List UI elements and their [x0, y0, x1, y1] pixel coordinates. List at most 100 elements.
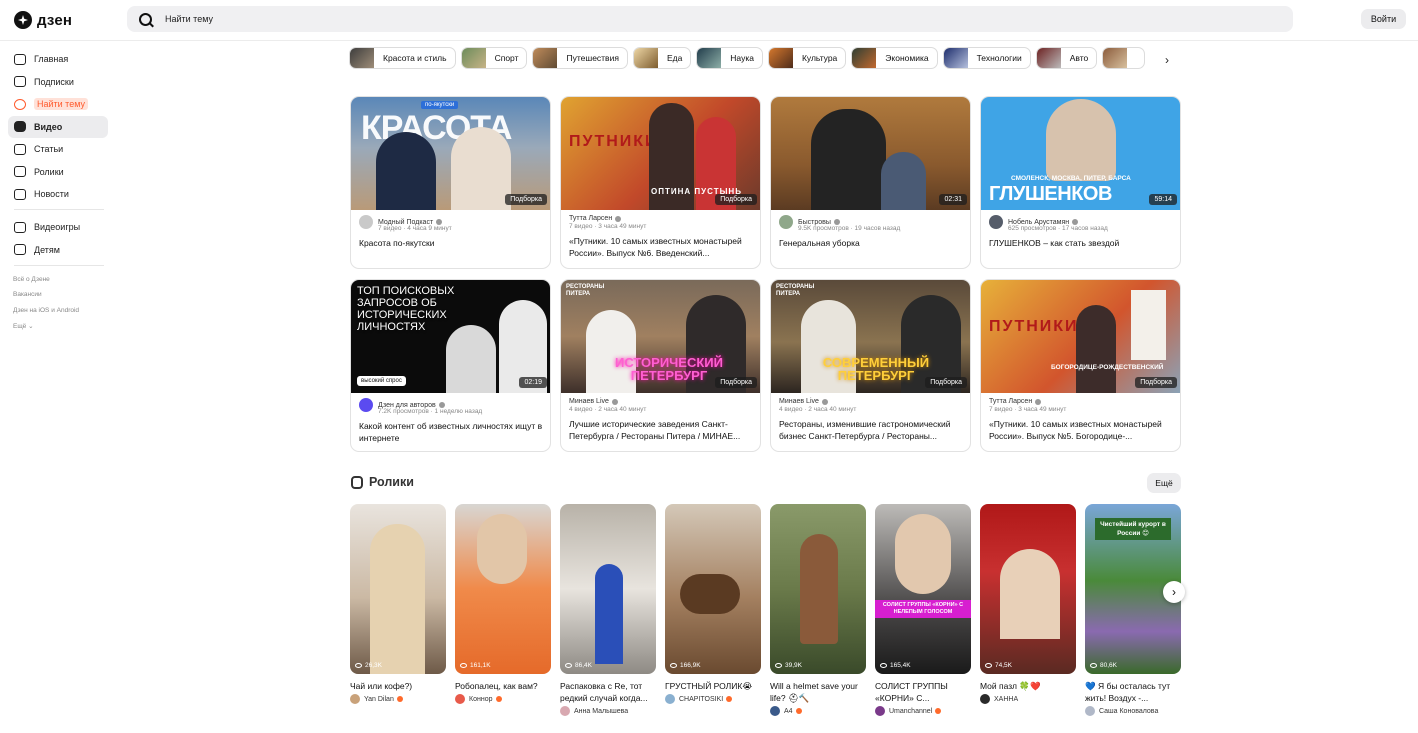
channel-author[interactable]: Минаев Live — [569, 398, 759, 405]
channel-author[interactable]: Тутта Ларсен — [569, 215, 759, 222]
category-chip-food[interactable]: Еда — [632, 47, 692, 69]
avatar — [779, 215, 793, 229]
video-title[interactable]: Красота по-якутски — [359, 237, 549, 249]
chevron-right-icon[interactable]: › — [1165, 53, 1169, 67]
sidebar-item-articles[interactable]: Статьи — [8, 138, 108, 160]
dzen-logo[interactable]: дзен — [14, 10, 72, 30]
short-author[interactable]: ХАННА — [980, 694, 1076, 704]
sidebar-item-news[interactable]: Новости — [8, 183, 108, 205]
subscriptions-icon — [14, 76, 26, 87]
video-card[interactable]: ПУТНИКИ ОПТИНА ПУСТЫНЬ Подборка Тутта Ла… — [560, 96, 761, 269]
thumbnail-overlay-text: ПУТНИКИ — [569, 133, 659, 150]
person-figure — [477, 514, 527, 584]
short-thumbnail: 26,3K — [350, 504, 446, 674]
sidebar-item-home[interactable]: Главная — [8, 48, 108, 70]
view-count: 74,5K — [985, 662, 1012, 669]
video-title[interactable]: Рестораны, изменившие гастрономический б… — [779, 418, 969, 442]
footer-link-about[interactable]: Всё о Дзене — [8, 272, 108, 288]
short-thumbnail: 86,4K — [560, 504, 656, 674]
video-meta: Тутта Ларсен 7 видео · 3 часа 49 минут «… — [569, 215, 759, 259]
footer-link-more[interactable]: Ещё ⌄ — [8, 318, 108, 334]
avatar — [875, 706, 885, 716]
category-chip-culture[interactable]: Культура — [767, 47, 847, 69]
short-card[interactable]: 166,9K ГРУСТНЫЙ РОЛИК😭 CHAPITOSIKI — [665, 504, 761, 704]
short-card[interactable]: СОЛИСТ ГРУППЫ «КОРНИ» С НЕЛЕПЫМ ГОЛОСОМ … — [875, 504, 971, 716]
short-title[interactable]: Чай или кофе?) — [350, 680, 446, 692]
thumbnail-overlay-text: ПУТНИКИ — [989, 318, 1079, 335]
shorts-next-button[interactable]: › — [1163, 581, 1185, 603]
video-title[interactable]: «Путники. 10 самых известных монастырей … — [989, 418, 1179, 442]
category-chip-sport[interactable]: Спорт — [460, 47, 528, 69]
video-title[interactable]: ГЛУШЕНКОВ – как стать звездой — [989, 237, 1179, 249]
short-card[interactable]: 39,9K Will a helmet save your life? ⛑🔨 A… — [770, 504, 866, 716]
category-chip-science[interactable]: Наука — [696, 47, 763, 69]
video-card[interactable]: СМОЛЕНСК, МОСКВА, ПИТЕР, БАРСА ГЛУШЕНКОВ… — [980, 96, 1181, 269]
short-author[interactable]: Саша Коновалова — [1085, 706, 1181, 716]
sidebar-item-find-topic[interactable]: Найти тему — [8, 93, 108, 115]
short-title[interactable]: 💙 Я бы осталась тут жить! Воздух -... — [1085, 680, 1181, 704]
short-card[interactable]: 161,1K Робопалец, как вам? Коннор — [455, 504, 551, 704]
category-chip-tech[interactable]: Технологии — [942, 47, 1031, 69]
video-card[interactable]: ПУТНИКИ БОГОРОДИЦЕ-РОЖДЕСТВЕНСКИЙ Подбор… — [980, 279, 1181, 452]
video-title[interactable]: Какой контент об известных личностях ищу… — [359, 420, 549, 444]
short-card[interactable]: 74,5K Мой пазл 🍀❤️ ХАННА — [980, 504, 1076, 704]
eye-icon — [460, 663, 467, 668]
short-author[interactable]: CHAPITOSIKI — [665, 694, 761, 704]
thumbnail-overlay-text: ТОП ПОИСКОВЫХ ЗАПРОСОВ ОБ ИСТОРИЧЕСКИХ Л… — [357, 285, 455, 334]
category-chip-auto[interactable]: Авто — [1035, 47, 1098, 69]
short-author[interactable]: A4 — [770, 706, 866, 716]
short-title[interactable]: Робопалец, как вам? — [455, 680, 551, 692]
short-title[interactable]: Распаковка с Re, тот редкий случай когда… — [560, 680, 656, 704]
video-card[interactable]: ТОП ПОИСКОВЫХ ЗАПРОСОВ ОБ ИСТОРИЧЕСКИХ Л… — [350, 279, 551, 452]
video-stats: 7 видео · 3 часа 49 минут — [569, 223, 647, 230]
verified-icon — [821, 398, 828, 405]
sidebar-item-subscriptions[interactable]: Подписки — [8, 71, 108, 93]
footer-link-jobs[interactable]: Вакансии — [8, 287, 108, 303]
short-title[interactable]: Мой пазл 🍀❤️ — [980, 680, 1076, 692]
short-author[interactable]: Анна Малышева — [560, 706, 656, 716]
short-title[interactable]: Will a helmet save your life? ⛑🔨 — [770, 680, 866, 704]
login-button[interactable]: Войти — [1361, 9, 1406, 29]
category-thumbnail — [533, 48, 558, 68]
category-chip-economy[interactable]: Экономика — [851, 47, 938, 69]
video-title[interactable]: Лучшие исторические заведения Санкт-Пете… — [569, 418, 759, 442]
short-title[interactable]: ГРУСТНЫЙ РОЛИК😭 — [665, 680, 761, 692]
short-card[interactable]: 26,3K Чай или кофе?) Yan Dilan — [350, 504, 446, 704]
eye-icon — [985, 663, 992, 668]
category-chip-beauty[interactable]: Красота и стиль — [349, 47, 456, 69]
video-card[interactable]: РЕСТОРАНЫ ПИТЕРА ИСТОРИЧЕСКИЙ ПЕТЕРБУРГ … — [560, 279, 761, 452]
video-thumbnail: РЕСТОРАНЫ ПИТЕРА ИСТОРИЧЕСКИЙ ПЕТЕРБУРГ … — [561, 280, 760, 393]
short-author[interactable]: Umanchannel — [875, 706, 971, 716]
short-card[interactable]: Чистейший курорт в России 😊 80,6K 💙 Я бы… — [1085, 504, 1181, 716]
short-title[interactable]: СОЛИСТ ГРУППЫ «КОРНИ» С... — [875, 680, 971, 704]
sidebar-item-videogames[interactable]: Видеоигры — [8, 216, 108, 238]
channel-author[interactable]: Тутта Ларсен — [989, 398, 1179, 405]
sidebar: Главная Подписки Найти тему Видео Статьи… — [8, 48, 108, 334]
short-author[interactable]: Yan Dilan — [350, 694, 446, 704]
shorts-icon — [351, 475, 363, 489]
sidebar-item-shorts[interactable]: Ролики — [8, 161, 108, 183]
search-input[interactable] — [165, 14, 765, 24]
avatar — [359, 215, 373, 229]
category-chip-travel[interactable]: Путешествия — [532, 47, 628, 69]
video-card[interactable]: РЕСТОРАНЫ ПИТЕРА СОВРЕМЕННЫЙ ПЕТЕРБУРГ П… — [770, 279, 971, 452]
dummy-figure — [800, 534, 838, 644]
verified-icon — [795, 708, 802, 714]
video-card[interactable]: 02:31 Быстровы 9.5K просмотров · 19 часо… — [770, 96, 971, 269]
video-title[interactable]: Генеральная уборка — [779, 237, 969, 249]
short-author[interactable]: Коннор — [455, 694, 551, 704]
sidebar-item-kids[interactable]: Детям — [8, 239, 108, 261]
category-bar: Красота и стиль Спорт Путешествия Еда На… — [349, 47, 1185, 71]
video-title[interactable]: «Путники. 10 самых известных монастырей … — [569, 235, 759, 259]
short-thumbnail: 39,9K — [770, 504, 866, 674]
video-stats: 4 видео · 2 часа 40 минут — [779, 406, 857, 413]
short-card[interactable]: 86,4K Распаковка с Re, тот редкий случай… — [560, 504, 656, 716]
shorts-more-button[interactable]: Ещё — [1147, 473, 1181, 493]
video-meta: Тутта Ларсен 7 видео · 3 часа 49 минут «… — [989, 398, 1179, 442]
category-chip-next[interactable] — [1102, 47, 1146, 69]
channel-author[interactable]: Минаев Live — [779, 398, 969, 405]
search-bar[interactable] — [127, 6, 1293, 32]
sidebar-item-video[interactable]: Видео — [8, 115, 108, 138]
video-card[interactable]: КРАСОТА по-якутски Подборка Модный Подка… — [350, 96, 551, 269]
footer-link-apps[interactable]: Дзен на iOS и Android — [8, 303, 108, 319]
